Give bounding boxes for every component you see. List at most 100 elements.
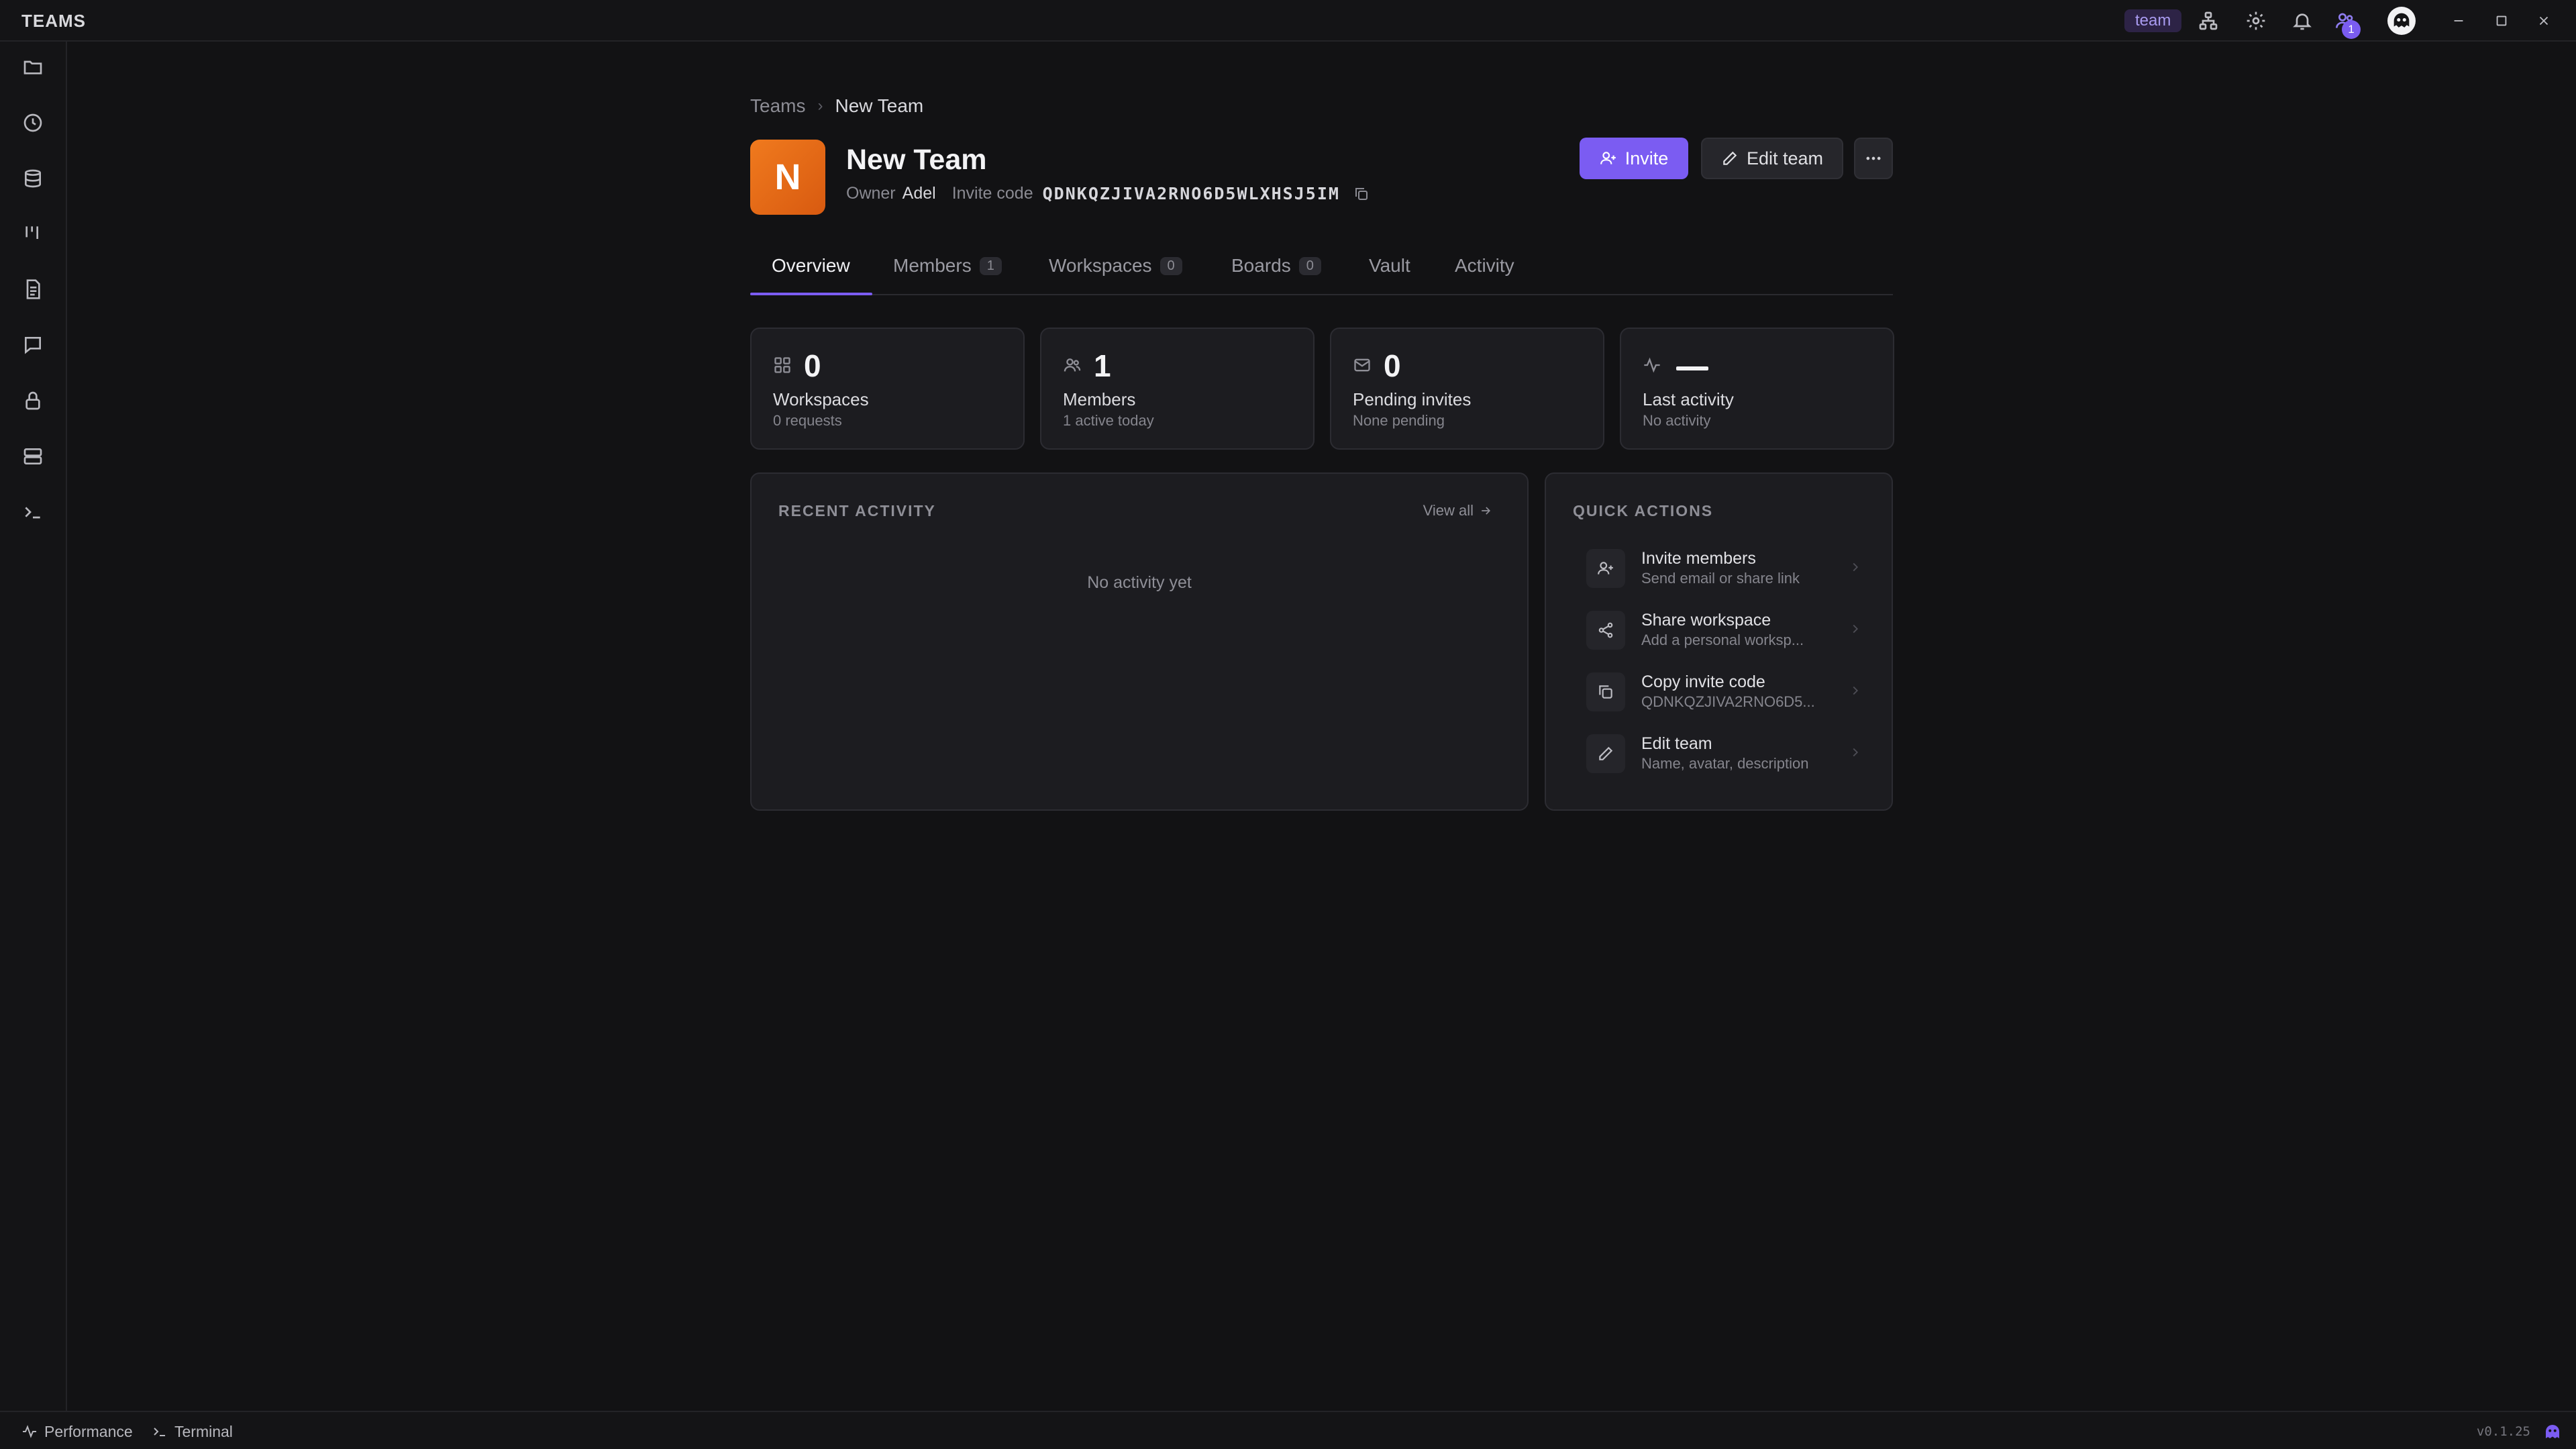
- performance-button[interactable]: Performance: [21, 1421, 133, 1442]
- breadcrumb-separator: ›: [817, 97, 823, 115]
- quick-action-subtitle: QDNKQZJIVA2RNO6D5...: [1641, 693, 1815, 710]
- org-chart-icon[interactable]: [2196, 8, 2221, 34]
- breadcrumb-teams-link[interactable]: Teams: [750, 95, 805, 117]
- quick-action-share-workspace[interactable]: Share workspace Add a personal worksp...: [1584, 607, 1865, 654]
- tab-boards[interactable]: Boards 0: [1231, 255, 1321, 294]
- document-icon[interactable]: [17, 274, 48, 305]
- stat-label: Workspaces: [773, 389, 869, 409]
- owner-name: Adel: [902, 184, 936, 203]
- tab-vault[interactable]: Vault: [1369, 255, 1410, 294]
- chat-icon[interactable]: [17, 330, 48, 360]
- stat-subtext: None pending: [1353, 412, 1445, 429]
- stat-value: 0: [804, 348, 821, 383]
- copy-icon: [1586, 672, 1625, 711]
- quick-action-invite-members[interactable]: Invite members Send email or share link: [1584, 545, 1865, 592]
- tab-members[interactable]: Members 1: [893, 255, 1002, 294]
- tab-activity[interactable]: Activity: [1455, 255, 1514, 294]
- chevron-right-icon: [1848, 683, 1864, 699]
- quick-action-title: Invite members: [1641, 549, 1756, 568]
- tab-label: Boards: [1231, 255, 1291, 276]
- share-icon: [1586, 611, 1625, 650]
- user-plus-icon: [1600, 152, 1616, 164]
- terminal-icon[interactable]: [17, 497, 48, 528]
- chevron-right-icon: [1848, 560, 1864, 576]
- tab-label: Overview: [772, 255, 850, 276]
- mail-icon: [1353, 356, 1372, 374]
- quick-actions-panel: QUICK ACTIONS Invite members Send email …: [1545, 472, 1893, 811]
- ghost-icon[interactable]: [2542, 1421, 2563, 1442]
- empty-state-text: No activity yet: [1087, 573, 1192, 592]
- activity-icon: [23, 1425, 36, 1438]
- page-title: New Team: [846, 144, 987, 176]
- minimize-icon[interactable]: [2447, 9, 2470, 32]
- view-all-label: View all: [1423, 502, 1474, 519]
- maximize-icon[interactable]: [2490, 9, 2513, 32]
- lock-icon[interactable]: [17, 385, 48, 416]
- quick-action-title: Copy invite code: [1641, 672, 1765, 691]
- tab-label: Members: [893, 255, 972, 276]
- tab-workspaces[interactable]: Workspaces 0: [1049, 255, 1182, 294]
- chevron-right-icon: [1848, 621, 1864, 638]
- notification-count-badge: 1: [2342, 20, 2361, 39]
- team-meta: Owner Adel Invite code QDNKQZJIVA2RNO6D5…: [846, 184, 1370, 203]
- user-plus-icon: [1586, 549, 1625, 588]
- gear-icon[interactable]: [2243, 8, 2269, 34]
- ellipsis-icon: [1866, 156, 1881, 160]
- breadcrumb-current: New Team: [835, 95, 924, 116]
- terminal-button[interactable]: Terminal: [152, 1421, 233, 1442]
- quick-action-copy-invite-code[interactable]: Copy invite code QDNKQZJIVA2RNO6D5...: [1584, 668, 1865, 715]
- tab-count-badge: 1: [979, 257, 1002, 275]
- stat-value: 1: [1094, 348, 1111, 383]
- more-options-button[interactable]: [1854, 138, 1893, 179]
- server-icon[interactable]: [17, 441, 48, 472]
- edit-icon: [1586, 734, 1625, 773]
- bell-icon[interactable]: [2289, 8, 2315, 34]
- stat-empty-dash: [1676, 366, 1708, 370]
- app-title: TEAMS: [21, 11, 86, 31]
- tab-bar: Overview Members 1 Workspaces 0 Boards 0…: [750, 250, 1893, 295]
- title-bar: TEAMS team 1: [0, 0, 2576, 42]
- status-bar: Performance Terminal v0.1.25: [0, 1411, 2576, 1449]
- tab-label: Workspaces: [1049, 255, 1152, 276]
- edit-team-button-label: Edit team: [1746, 148, 1824, 168]
- edit-team-button[interactable]: Edit team: [1701, 138, 1843, 179]
- quick-action-edit-team[interactable]: Edit team Name, avatar, description: [1584, 730, 1865, 777]
- terminal-label: Terminal: [174, 1422, 233, 1440]
- stat-label: Pending invites: [1353, 389, 1472, 409]
- invite-code-label: Invite code: [951, 184, 1033, 203]
- users-icon: [1063, 356, 1082, 374]
- active-tab-indicator: [750, 293, 872, 295]
- tab-label: Vault: [1369, 255, 1410, 276]
- performance-label: Performance: [44, 1422, 133, 1440]
- view-all-link[interactable]: View all: [1423, 502, 1492, 519]
- mode-badge[interactable]: team: [2124, 9, 2182, 32]
- stat-label: Last activity: [1643, 389, 1734, 409]
- tab-overview[interactable]: Overview: [772, 255, 850, 294]
- stat-card-workspaces[interactable]: 0 Workspaces 0 requests: [750, 328, 1025, 450]
- close-icon[interactable]: [2532, 9, 2555, 32]
- user-avatar[interactable]: [2387, 7, 2416, 35]
- chevron-right-icon: [1848, 745, 1864, 761]
- tab-count-badge: 0: [1298, 257, 1321, 275]
- invite-code-value: QDNKQZJIVA2RNO6D5WLXHSJ5IM: [1042, 184, 1340, 203]
- owner-label: Owner: [846, 184, 896, 203]
- kanban-icon[interactable]: [17, 218, 48, 249]
- stat-subtext: 1 active today: [1063, 412, 1154, 429]
- stat-card-members[interactable]: 1 Members 1 active today: [1040, 328, 1315, 450]
- stat-card-pending-invites[interactable]: 0 Pending invites None pending: [1330, 328, 1604, 450]
- database-icon[interactable]: [17, 163, 48, 194]
- quick-actions-heading: QUICK ACTIONS: [1573, 502, 1714, 519]
- copy-icon[interactable]: [1353, 186, 1370, 202]
- sidebar: [0, 42, 67, 1411]
- quick-action-title: Edit team: [1641, 734, 1712, 753]
- terminal-icon: [154, 1428, 165, 1436]
- invite-button[interactable]: Invite: [1580, 138, 1688, 179]
- history-icon[interactable]: [17, 107, 48, 138]
- quick-action-title: Share workspace: [1641, 611, 1771, 630]
- activity-icon: [1643, 356, 1661, 374]
- folder-icon[interactable]: [17, 52, 48, 83]
- stat-card-last-activity[interactable]: Last activity No activity: [1620, 328, 1894, 450]
- recent-activity-panel: RECENT ACTIVITY View all No activity yet: [750, 472, 1529, 811]
- quick-action-subtitle: Send email or share link: [1641, 570, 1800, 587]
- arrow-right-icon: [1482, 507, 1491, 515]
